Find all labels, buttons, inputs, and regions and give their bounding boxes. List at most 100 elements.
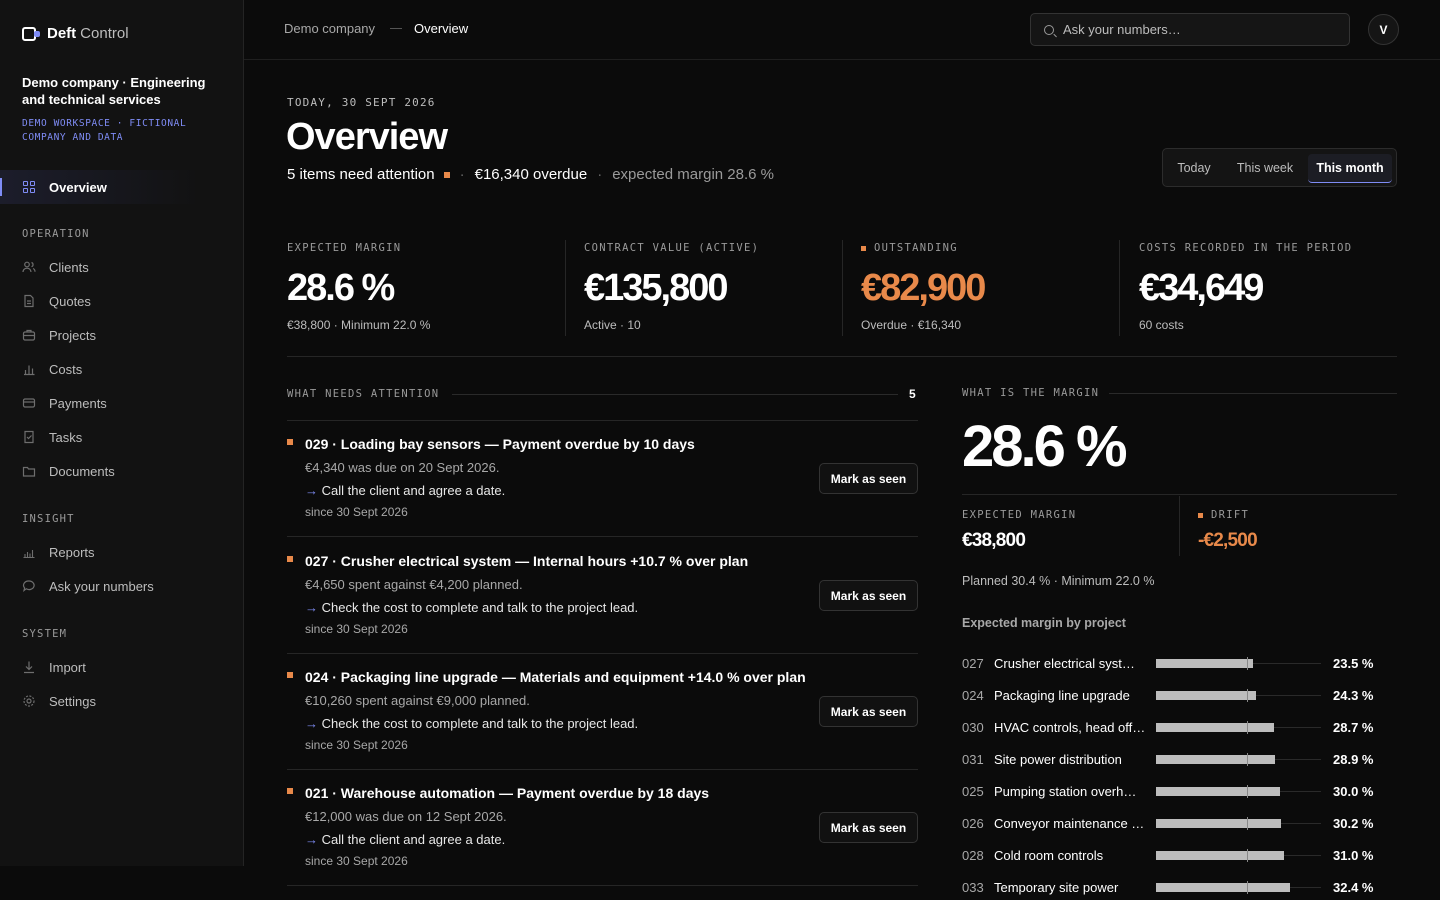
kpi-value: €82,900 [861,267,986,309]
margin-bar-track [1156,720,1321,734]
attention-item-action: → Check the cost to complete and talk to… [305,716,638,731]
mark-as-seen-button[interactable]: Mark as seen [819,696,918,727]
margin-bar [1156,882,1290,892]
sidebar-item-costs[interactable]: Costs [0,354,220,384]
project-number: 024 [962,687,984,703]
action-text: Call the client and agree a date. [321,832,506,847]
sidebar-item-overview[interactable]: Overview [0,170,200,204]
kpi-label-text: OUTSTANDING [874,242,958,254]
document-icon [22,294,36,308]
breadcrumb-separator [390,28,402,29]
project-margin-value: 23.5 % [1333,655,1374,671]
users-icon [22,260,36,274]
sidebar-item-settings[interactable]: Settings [0,686,220,716]
search-box[interactable] [1030,13,1350,46]
project-number: 028 [962,847,984,863]
minimum-marker [1247,816,1248,830]
kpi-divider [842,240,843,336]
breadcrumb-current: Overview [414,21,469,36]
kpi-label: OUTSTANDING [861,242,1111,254]
attention-item-since: since 30 Sept 2026 [305,854,408,868]
sidebar-item-label: Ask your numbers [49,578,154,594]
attention-item: 024 · Packaging line upgrade — Materials… [287,654,918,770]
project-name: HVAC controls, head off… [994,719,1146,735]
project-name: Crusher electrical syst… [994,655,1135,671]
sidebar-item-projects[interactable]: Projects [0,320,220,350]
arrow-right-icon: → [305,716,318,731]
margin-bar [1156,722,1274,732]
attention-item-since: since 30 Sept 2026 [305,738,408,752]
planned-margin: Planned 30.4 % · Minimum 22.0 % [962,574,1155,588]
breadcrumb-company[interactable]: Demo company [284,21,375,36]
project-name: Packaging line upgrade [994,687,1130,703]
sidebar-item-reports[interactable]: Reports [0,537,220,567]
sidebar-item-quotes[interactable]: Quotes [0,286,220,316]
period-this-week[interactable]: This week [1229,154,1301,183]
sidebar-item-clients[interactable]: Clients [0,252,220,282]
sidebar-item-label: Documents [49,463,115,479]
mark-as-seen-button[interactable]: Mark as seen [819,812,918,843]
project-name: Site power distribution [994,751,1122,767]
attention-heading: WHAT NEEDS ATTENTION [287,388,440,400]
margin-heading: WHAT IS THE MARGIN [962,387,1100,399]
folder-icon [22,464,36,478]
kpi-sub: Overdue · €16,340 [861,318,962,332]
brand-logo[interactable]: Deft Control [22,25,129,42]
sidebar-item-ask[interactable]: Ask your numbers [0,571,220,601]
kpi-sub: €38,800 · Minimum 22.0 % [287,318,431,332]
margin-by-project-title: Expected margin by project [962,616,1126,630]
sidebar-item-payments[interactable]: Payments [0,388,220,418]
project-margin-row[interactable]: 033 Temporary site power 32.4 % [962,877,1397,897]
brand-suffix: Control [80,25,129,42]
attention-item-title: 029 · Loading bay sensors — Payment over… [305,436,695,452]
drift-label: DRIFT [1198,509,1249,521]
sidebar-item-tasks[interactable]: Tasks [0,422,220,452]
section-divider [287,356,1397,357]
project-margin-row[interactable]: 027 Crusher electrical syst… 23.5 % [962,653,1397,673]
attention-summary: 5 items need attention [287,166,435,183]
period-today[interactable]: Today [1169,154,1219,183]
chat-icon [22,579,36,593]
project-margin-value: 24.3 % [1333,687,1374,703]
project-margin-row[interactable]: 028 Cold room controls 31.0 % [962,845,1397,865]
kpi-divider [1119,240,1120,336]
project-margin-row[interactable]: 025 Pumping station overh… 30.0 % [962,781,1397,801]
project-margin-row[interactable]: 031 Site power distribution 28.9 % [962,749,1397,769]
grid-icon [22,180,36,194]
project-number: 025 [962,783,984,799]
project-margin-row[interactable]: 030 HVAC controls, head off… 28.7 % [962,717,1397,737]
attention-item-detail: €12,000 was due on 12 Sept 2026. [305,809,507,824]
heading-rule [452,394,898,395]
margin-bar-track [1156,784,1321,798]
margin-bar [1156,658,1253,668]
minimum-marker [1247,784,1248,798]
project-margin-row[interactable]: 026 Conveyor maintenance … 30.2 % [962,813,1397,833]
sidebar-item-label: Tasks [49,429,83,445]
kpi-value: €34,649 [1139,267,1264,309]
attention-item-action: → Call the client and agree a date. [305,483,505,498]
sidebar-item-import[interactable]: Import [0,652,220,682]
sidebar-item-documents[interactable]: Documents [0,456,220,486]
workspace-note: DEMO WORKSPACE · FICTIONAL COMPANY AND D… [22,118,187,143]
sidebar-item-label: Settings [49,693,96,709]
card-icon [22,396,36,410]
project-number: 026 [962,815,984,831]
avatar[interactable]: V [1368,14,1399,45]
minimum-marker [1247,880,1248,894]
margin-bar [1156,690,1256,700]
period-this-month[interactable]: This month [1308,154,1392,183]
sidebar-item-label: Quotes [49,293,91,309]
attention-item-title: 021 · Warehouse automation — Payment ove… [305,785,710,801]
summary-line: 5 items need attention · €16,340 overdue… [287,166,774,183]
mark-as-seen-button[interactable]: Mark as seen [819,580,918,611]
logo-icon [22,26,40,41]
arrow-right-icon: → [305,483,318,498]
date-label: TODAY, 30 SEPT 2026 [287,96,436,109]
sidebar-item-label: Clients [49,259,89,275]
search-input[interactable] [1063,22,1333,37]
attention-item-action: → Call the client and agree a date. [305,832,505,847]
project-margin-row[interactable]: 024 Packaging line upgrade 24.3 % [962,685,1397,705]
mark-as-seen-button[interactable]: Mark as seen [819,463,918,494]
kpi-label: COSTS RECORDED IN THE PERIOD [1139,242,1353,254]
warning-marker [287,556,293,562]
